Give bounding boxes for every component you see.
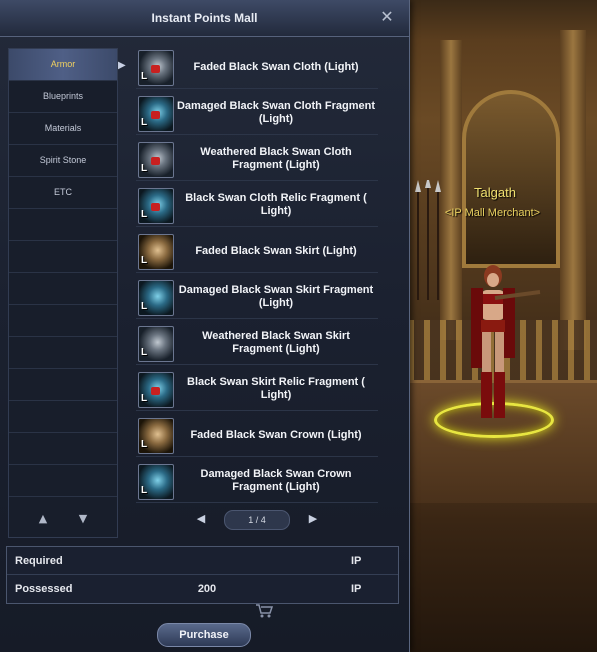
category-empty-slot [9,401,117,433]
category-empty-slot [9,433,117,465]
close-icon[interactable]: ✕ [378,8,396,26]
possessed-value: 200 [197,583,217,595]
archway [462,90,560,268]
purchase-button[interactable]: Purchase [157,623,251,647]
category-empty-slot [9,337,117,369]
category-empty-slot [9,273,117,305]
category-materials[interactable]: Materials [9,113,117,145]
npc-title: <IP Mall Merchant> [444,207,541,219]
skirt-icon: L [138,234,174,270]
skirt-relic-icon: L [138,372,174,408]
item-row[interactable]: L Damaged Black Swan Cloth Fragment (Lig… [136,92,378,135]
item-row[interactable]: L Damaged Black Swan Skirt Fragment (Lig… [136,276,378,319]
pillar [560,30,586,350]
crown-icon: L [138,418,174,454]
item-row[interactable]: L Weathered Black Swan Cloth Fragment (L… [136,138,378,181]
tier-badge: L [141,347,148,358]
tier-badge: L [141,439,148,450]
possessed-unit: IP [351,583,362,595]
title-bar[interactable]: Instant Points Mall ✕ [0,0,409,37]
category-blueprints[interactable]: Blueprints [9,81,117,113]
cart-icon [255,603,275,621]
possessed-row: Possessed 200 IP [7,575,398,602]
item-name: Black Swan Cloth Relic Fragment ( Light) [185,192,367,217]
next-page-icon[interactable]: ▶ [307,513,319,525]
active-category-marker-icon: ▶ [118,60,126,71]
item-row[interactable]: L Weathered Black Swan Skirt Fragment (L… [136,322,378,365]
category-list: Armor Blueprints Materials Spirit Stone … [8,48,118,538]
item-name: Black Swan Skirt Relic Fragment ( Light) [187,376,365,401]
npc-name: Talgath [474,185,516,200]
item-row[interactable]: L Faded Black Swan Cloth (Light) [136,46,378,89]
category-etc[interactable]: ETC [9,177,117,209]
item-name: Damaged Black Swan Cloth Fragment (Light… [176,100,376,125]
tier-badge: L [141,117,148,128]
npc-character[interactable] [455,262,545,422]
item-name: Faded Black Swan Skirt (Light) [195,244,357,257]
tier-badge: L [141,485,148,496]
cloth-fragment-icon: L [138,96,174,132]
cloth-fragment-icon: L [138,142,174,178]
cloth-icon: L [138,50,174,86]
item-row[interactable]: L Black Swan Cloth Relic Fragment ( Ligh… [136,184,378,227]
category-empty-slot [9,465,117,497]
item-row[interactable]: L Damaged Black Swan Crown Fragment (Lig… [136,460,378,503]
skirt-fragment-icon: L [138,280,174,316]
category-armor[interactable]: Armor [9,49,117,81]
item-row[interactable]: L Black Swan Skirt Relic Fragment ( Ligh… [136,368,378,411]
tier-badge: L [141,209,148,220]
tier-badge: L [141,71,148,82]
tier-badge: L [141,301,148,312]
category-empty-slot [9,369,117,401]
cloth-relic-icon: L [138,188,174,224]
required-unit: IP [351,555,362,567]
tier-badge: L [141,393,148,404]
page-indicator: 1 / 4 [224,510,290,530]
ip-mall-window: Instant Points Mall ✕ Armor Blueprints M… [0,0,410,652]
category-empty-slot [9,305,117,337]
category-empty-slot [9,209,117,241]
required-label: Required [15,555,63,567]
item-name: Weathered Black Swan Skirt Fragment (Lig… [202,330,350,355]
item-name: Faded Black Swan Crown (Light) [190,428,362,441]
item-name: Faded Black Swan Cloth (Light) [193,60,359,73]
cost-summary: Required IP Possessed 200 IP [6,546,399,604]
item-name: Weathered Black Swan Cloth Fragment (Lig… [200,146,352,171]
crown-fragment-icon: L [138,464,174,500]
tier-badge: L [141,163,148,174]
prev-page-icon[interactable]: ◀ [195,513,207,525]
item-name: Damaged Black Swan Crown Fragment (Light… [200,468,352,493]
required-row: Required IP [7,547,398,575]
item-row[interactable]: L Faded Black Swan Skirt (Light) [136,230,378,273]
possessed-label: Possessed [15,583,73,595]
tier-badge: L [141,255,148,266]
category-scroll-up-icon[interactable]: ▲ [36,513,50,525]
category-empty-slot [9,241,117,273]
item-name: Damaged Black Swan Skirt Fragment (Light… [178,284,374,309]
skirt-fragment-icon: L [138,326,174,362]
category-scroll-down-icon[interactable]: ▼ [76,513,90,525]
window-title: Instant Points Mall [151,11,258,25]
category-spirit-stone[interactable]: Spirit Stone [9,145,117,177]
item-row[interactable]: L Faded Black Swan Crown (Light) [136,414,378,457]
spear-rack [415,180,441,300]
